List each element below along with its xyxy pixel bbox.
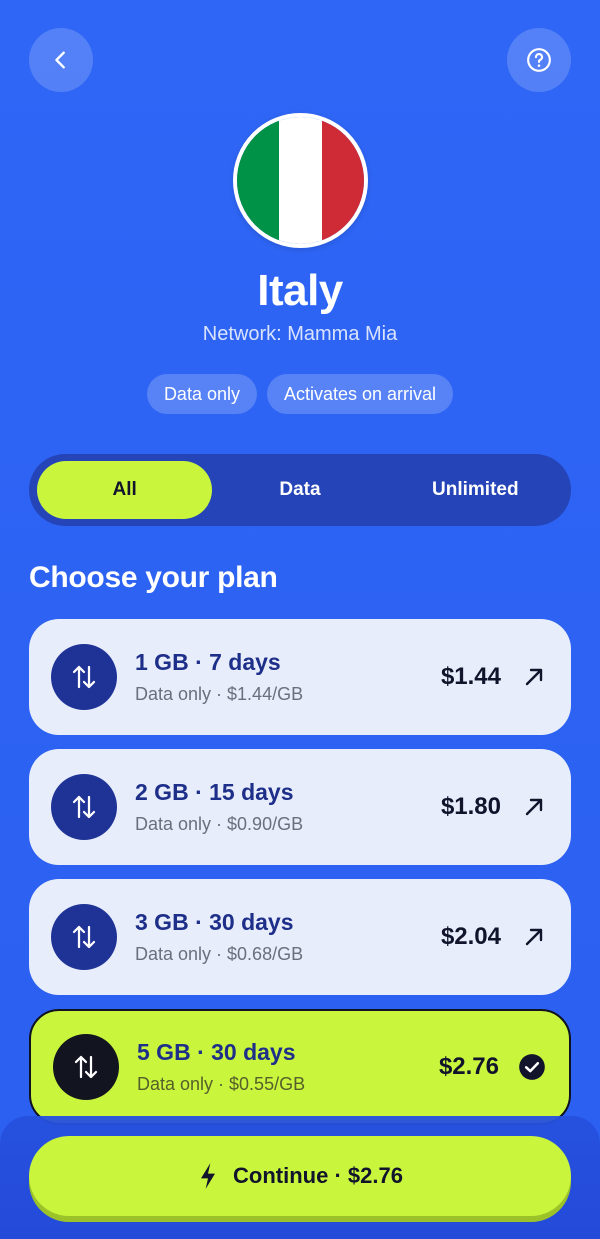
- plan-subtitle: Data only · $1.44/GB: [135, 684, 304, 704]
- arrow-up-right-icon: [519, 662, 549, 692]
- help-circle-icon: [527, 48, 551, 72]
- network-name: Network: Mamma Mia: [202, 323, 398, 345]
- continue-button-label: Continue · $2.76: [233, 1163, 403, 1188]
- continue-button[interactable]: Continue · $2.76: [29, 1136, 571, 1216]
- tab-all[interactable]: All: [37, 461, 213, 519]
- flag-stripe-green: [237, 117, 280, 244]
- plan-subtitle: Data only · $0.68/GB: [135, 944, 304, 964]
- plan-subtitle: Data only · $0.55/GB: [137, 1074, 306, 1094]
- swap-arrows-icon: [53, 1034, 119, 1100]
- tag-activates-on-arrival: Activates on arrival: [266, 374, 454, 414]
- chevron-left-icon: [55, 51, 65, 69]
- tag-list: Data only Activates on arrival: [0, 374, 600, 414]
- plan-title: 5 GB · 30 days: [137, 1039, 296, 1065]
- tag-data-only: Data only: [146, 374, 257, 414]
- plan-subtitle: Data only · $0.90/GB: [135, 814, 304, 834]
- bolt-icon: [197, 1162, 219, 1190]
- help-button[interactable]: [507, 28, 571, 92]
- plan-card-3gb[interactable]: 3 GB · 30 days Data only · $0.68/GB $2.0…: [29, 879, 571, 995]
- plan-picker-screen: Italy Network: Mamma Mia Data only Activ…: [0, 0, 600, 1239]
- plan-title: 3 GB · 30 days: [135, 909, 294, 935]
- italy-flag: [233, 113, 368, 248]
- plan-title: 1 GB · 7 days: [135, 649, 281, 675]
- swap-arrows-icon: [51, 644, 117, 710]
- flag-stripe-red: [321, 117, 364, 244]
- country-name: Italy: [257, 266, 343, 315]
- plan-card-5gb[interactable]: 5 GB · 30 days Data only · $0.55/GB $2.7…: [29, 1009, 571, 1125]
- check-circle-icon: [517, 1052, 547, 1082]
- plan-price: $1.44: [440, 663, 501, 690]
- swap-arrows-icon: [51, 774, 117, 840]
- tab-data[interactable]: Data: [212, 461, 387, 519]
- arrow-up-right-icon: [519, 922, 549, 952]
- plan-filter-tabs: All Data Unlimited: [29, 454, 571, 526]
- plan-card-1gb[interactable]: 1 GB · 7 days Data only · $1.44/GB $1.44: [29, 619, 571, 735]
- tab-unlimited[interactable]: Unlimited: [388, 461, 563, 519]
- back-button[interactable]: [29, 28, 93, 92]
- plan-price: $2.76: [438, 1053, 499, 1080]
- plan-price: $2.04: [440, 923, 501, 950]
- plan-title: 2 GB · 15 days: [135, 779, 294, 805]
- plan-price: $1.80: [440, 793, 501, 820]
- section-title: Choose your plan: [29, 561, 278, 594]
- flag-stripe-white: [279, 117, 322, 244]
- swap-arrows-icon: [51, 904, 117, 970]
- plan-card-2gb[interactable]: 2 GB · 15 days Data only · $0.90/GB $1.8…: [29, 749, 571, 865]
- arrow-up-right-icon: [519, 792, 549, 822]
